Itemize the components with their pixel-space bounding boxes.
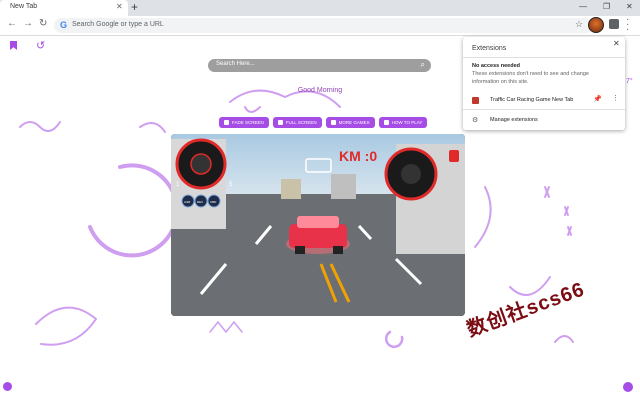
pause-icon[interactable]	[449, 150, 459, 162]
speed-readout: KM :0	[339, 148, 377, 164]
control-button-rev-label: REV	[197, 200, 203, 204]
minimize-icon[interactable]: —	[579, 2, 587, 11]
browser-menu-icon[interactable]: · · ·	[626, 15, 629, 35]
tab-close-icon[interactable]: ✕	[116, 2, 123, 11]
history-icon[interactable]: ↺	[36, 39, 45, 52]
omnibox[interactable]: G Search Google or type a URL	[54, 18, 594, 33]
divider	[463, 57, 625, 58]
google-icon: G	[60, 20, 68, 30]
weather-temp-peek: 7°	[626, 78, 633, 85]
divider	[463, 109, 625, 110]
no-access-heading: No access needed	[472, 63, 520, 69]
pin-icon[interactable]: 📌	[593, 95, 602, 103]
greeting-text: Good Morning	[297, 87, 343, 94]
how-to-play-button[interactable]: HOW TO PLAY	[378, 117, 428, 128]
game-canvas[interactable]: 1 5 A4M REV CBD KM :0	[171, 134, 465, 316]
extension-car-icon	[472, 97, 479, 104]
search-icon[interactable]: ⌕	[421, 60, 425, 70]
search-placeholder: Search Here...	[216, 61, 255, 67]
full-screen-button[interactable]: FULL SCREEN	[272, 117, 322, 128]
extensions-popup-title: Extensions	[472, 45, 507, 52]
back-icon[interactable]: ←	[7, 18, 17, 29]
search-input[interactable]: Search Here... ⌕	[208, 59, 431, 72]
title-bar: New Tab ✕ + — ❐ ✕	[0, 0, 640, 16]
right-speedometer	[384, 147, 438, 201]
full-screen-label: FULL SCREEN	[285, 120, 317, 125]
info-corner-icon[interactable]	[623, 382, 633, 392]
info-icon	[383, 120, 389, 125]
fullscreen-icon	[277, 120, 283, 125]
how-to-play-label: HOW TO PLAY	[391, 120, 423, 125]
reload-icon[interactable]: ↻	[39, 18, 47, 29]
tab-title: New Tab	[10, 3, 38, 10]
more-vert-icon[interactable]: ⋮	[612, 94, 619, 102]
omnibox-placeholder: Search Google or type a URL	[72, 21, 164, 28]
fade-screen-button[interactable]: FADE SCREEN	[219, 117, 269, 128]
control-button-cbd-label: CBD	[210, 200, 217, 204]
fade-icon	[224, 120, 229, 125]
extensions-popup: Extensions ✕ No access needed These exte…	[463, 37, 625, 130]
popup-close-icon[interactable]: ✕	[613, 39, 620, 48]
distant-building	[331, 174, 356, 199]
fade-screen-label: FADE SCREEN	[232, 120, 264, 125]
more-games-label: MORE GAMES	[338, 120, 370, 125]
extension-item-name[interactable]: Traffic Car Racing Game New Tab	[490, 97, 573, 103]
more-games-button[interactable]: MORE GAMES	[325, 117, 375, 128]
bookmark-star-icon[interactable]: ☆	[575, 19, 583, 30]
gamepad-icon	[330, 120, 336, 125]
game-button-row: FADE SCREEN FULL SCREEN MORE GAMES HOW T…	[219, 117, 428, 128]
extension-car-icon[interactable]	[588, 17, 604, 33]
restore-icon[interactable]: ❐	[603, 2, 610, 11]
no-access-description: These extensions don't need to see and c…	[472, 71, 589, 85]
tab-new-tab[interactable]: New Tab ✕	[0, 0, 128, 16]
left-gauge	[175, 138, 227, 190]
manage-extensions-link[interactable]: Manage extensions	[490, 117, 538, 123]
gear-icon: ⚙	[472, 117, 479, 124]
extensions-puzzle-icon[interactable]	[609, 19, 619, 29]
new-tab-button[interactable]: +	[131, 0, 138, 14]
settings-gear-icon[interactable]	[3, 382, 12, 391]
distant-building	[281, 179, 301, 199]
control-button-a4m-label: A4M	[184, 200, 191, 204]
forward-icon[interactable]: →	[23, 18, 33, 29]
window-close-icon[interactable]: ✕	[626, 2, 633, 11]
